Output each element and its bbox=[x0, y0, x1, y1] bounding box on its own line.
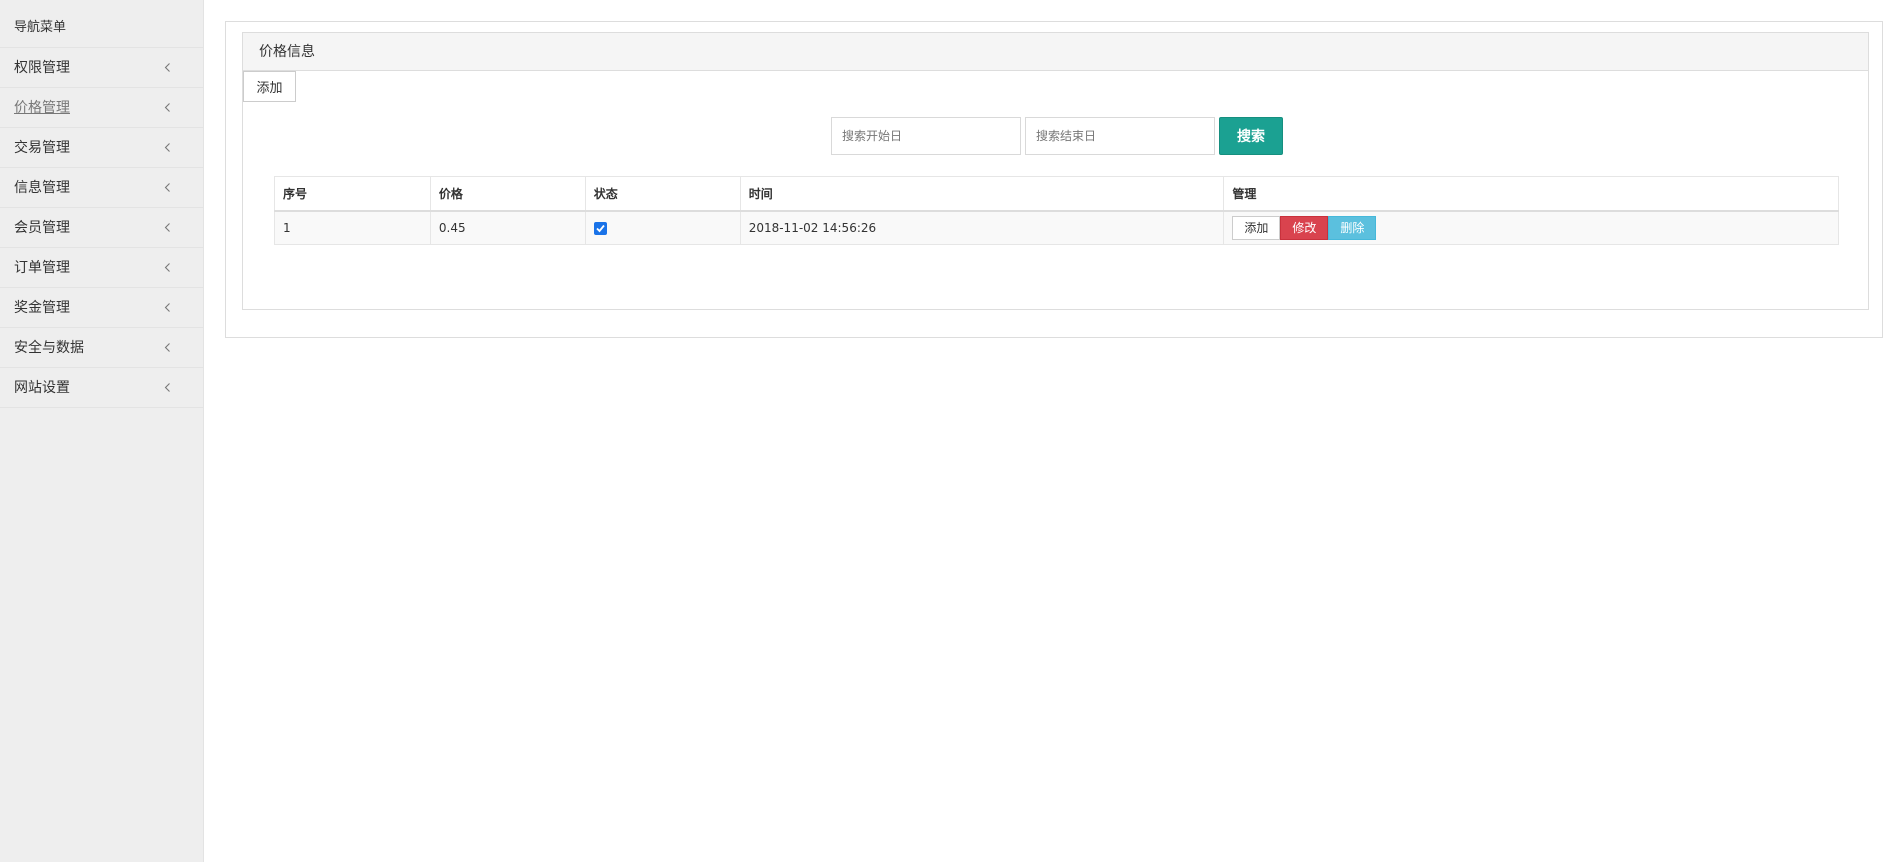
sidebar-item-orders[interactable]: 订单管理 bbox=[0, 248, 203, 288]
chevron-left-icon bbox=[164, 63, 170, 72]
sidebar-item-label: 信息管理 bbox=[14, 180, 70, 196]
sidebar-item-site-settings[interactable]: 网站设置 bbox=[0, 368, 203, 408]
sidebar: 导航菜单 权限管理 价格管理 交易管理 信息管理 会员管理 订单管理 奖金管理 … bbox=[0, 0, 204, 862]
column-header-price: 价格 bbox=[429, 176, 586, 212]
cell-price: 0.45 bbox=[429, 210, 586, 245]
chevron-left-icon bbox=[164, 383, 170, 392]
panel-title: 价格信息 bbox=[243, 33, 1868, 71]
column-header-status: 状态 bbox=[584, 176, 741, 212]
column-header-id: 序号 bbox=[274, 176, 431, 212]
add-button[interactable]: 添加 bbox=[243, 71, 296, 102]
chevron-left-icon bbox=[164, 103, 170, 112]
chevron-left-icon bbox=[164, 303, 170, 312]
row-add-button[interactable]: 添加 bbox=[1232, 215, 1281, 240]
search-start-date-input[interactable] bbox=[831, 117, 1021, 155]
sidebar-item-price[interactable]: 价格管理 bbox=[0, 88, 203, 128]
chevron-left-icon bbox=[164, 143, 170, 152]
sidebar-item-label: 网站设置 bbox=[14, 380, 70, 396]
sidebar-item-label: 订单管理 bbox=[14, 260, 70, 276]
sidebar-item-label: 会员管理 bbox=[14, 220, 70, 236]
sidebar-item-label: 安全与数据 bbox=[14, 340, 84, 356]
main-content: 价格信息 添加 搜索 序号 价格 状态 时间 管理 1 0.45 bbox=[225, 21, 1883, 338]
cell-id: 1 bbox=[274, 210, 431, 245]
sidebar-item-bonus[interactable]: 奖金管理 bbox=[0, 288, 203, 328]
sidebar-item-permissions[interactable]: 权限管理 bbox=[0, 48, 203, 88]
column-header-actions: 管理 bbox=[1223, 176, 1839, 212]
row-edit-button[interactable]: 修改 bbox=[1280, 215, 1329, 240]
sidebar-item-security[interactable]: 安全与数据 bbox=[0, 328, 203, 368]
chevron-left-icon bbox=[164, 343, 170, 352]
sidebar-item-label: 权限管理 bbox=[14, 60, 70, 76]
table-row: 1 0.45 2018-11-02 14:56:26 添加 修改 删除 bbox=[274, 210, 1839, 245]
sidebar-item-label: 价格管理 bbox=[14, 100, 70, 116]
sidebar-item-members[interactable]: 会员管理 bbox=[0, 208, 203, 248]
sidebar-item-label: 奖金管理 bbox=[14, 300, 70, 316]
chevron-left-icon bbox=[164, 263, 170, 272]
row-delete-button[interactable]: 删除 bbox=[1328, 215, 1377, 240]
price-table: 序号 价格 状态 时间 管理 1 0.45 2018-11-02 14:56:2… bbox=[274, 176, 1839, 245]
sidebar-item-trade[interactable]: 交易管理 bbox=[0, 128, 203, 168]
cell-time: 2018-11-02 14:56:26 bbox=[739, 210, 1225, 245]
chevron-left-icon bbox=[164, 223, 170, 232]
sidebar-title: 导航菜单 bbox=[0, 0, 203, 48]
status-checkbox[interactable] bbox=[593, 221, 607, 235]
checkmark-icon bbox=[596, 224, 605, 233]
cell-status bbox=[584, 210, 741, 245]
cell-actions: 添加 修改 删除 bbox=[1223, 210, 1839, 245]
chevron-left-icon bbox=[164, 183, 170, 192]
sidebar-item-info[interactable]: 信息管理 bbox=[0, 168, 203, 208]
search-end-date-input[interactable] bbox=[1025, 117, 1215, 155]
sidebar-item-label: 交易管理 bbox=[14, 140, 70, 156]
price-panel: 价格信息 添加 搜索 序号 价格 状态 时间 管理 1 0.45 bbox=[242, 32, 1869, 310]
column-header-time: 时间 bbox=[739, 176, 1225, 212]
table-header-row: 序号 价格 状态 时间 管理 bbox=[274, 176, 1839, 212]
search-button[interactable]: 搜索 bbox=[1219, 117, 1283, 155]
